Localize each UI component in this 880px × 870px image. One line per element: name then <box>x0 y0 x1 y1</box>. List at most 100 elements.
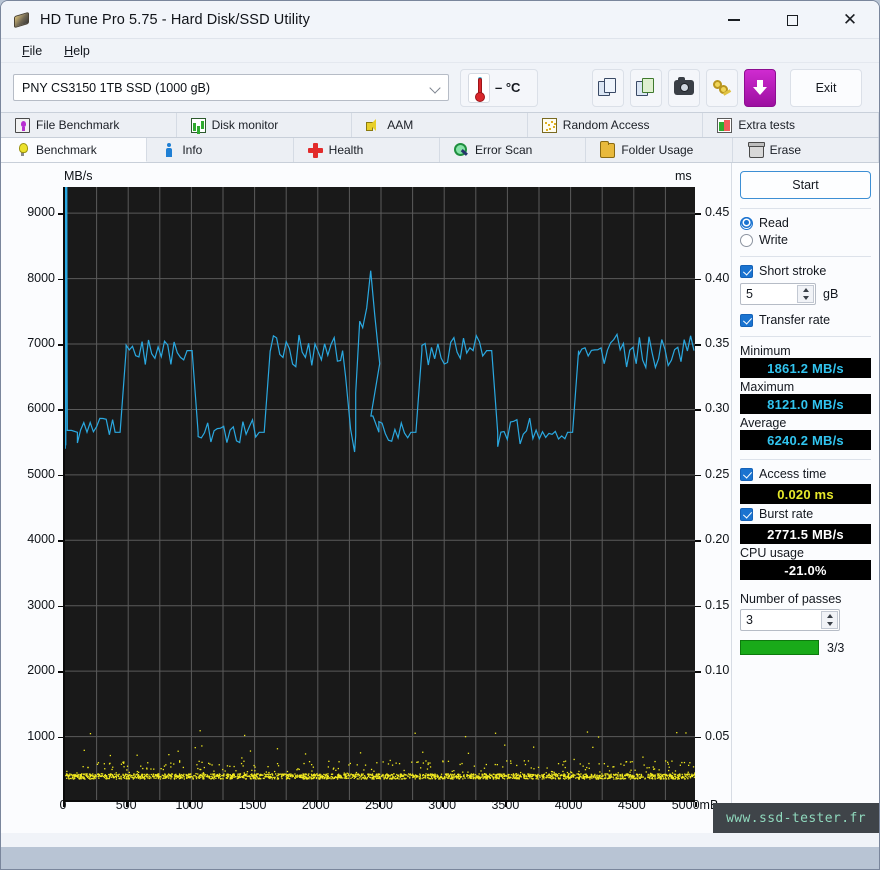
menu-help[interactable]: Help <box>53 42 101 60</box>
y2-axis-tick: 0.05 <box>705 728 730 743</box>
short-stroke-stepper[interactable]: 5 <box>740 283 816 305</box>
download-button[interactable] <box>744 68 776 107</box>
checkbox-access-time[interactable]: Access time <box>740 467 871 481</box>
checkbox-icon <box>740 313 753 327</box>
folder-icon <box>600 140 616 158</box>
thermometer-icon <box>468 72 490 103</box>
camera-icon <box>674 77 694 95</box>
short-stroke-unit: gB <box>823 287 839 301</box>
minimum-value: 1861.2 MB/s <box>740 358 871 378</box>
tab-label: Folder Usage <box>621 143 694 157</box>
x-axis-tickmark <box>442 802 444 807</box>
tab-label: Error Scan <box>474 143 533 157</box>
stepper-up-icon[interactable] <box>798 286 813 294</box>
progress-row: 3/3 <box>740 640 871 655</box>
extra-tests-icon <box>717 117 733 133</box>
tab-benchmark[interactable]: Benchmark <box>1 138 148 162</box>
trash-icon <box>747 141 765 158</box>
y-axis-tick: 8000 <box>27 270 55 285</box>
radio-write[interactable]: Write <box>740 233 871 247</box>
window-controls: ✕ <box>705 1 879 39</box>
y2-axis-tickmark <box>695 474 701 477</box>
maximum-label: Maximum <box>740 380 795 394</box>
tab-disk-monitor[interactable]: Disk monitor <box>176 113 353 137</box>
drive-select-value: PNY CS3150 1TB SSD (1000 gB) <box>22 80 211 95</box>
tab-label: File Benchmark <box>36 118 120 132</box>
average-label: Average <box>740 416 787 430</box>
tab-aam[interactable]: AAM <box>352 113 528 137</box>
x-axis-tickmark <box>379 802 381 807</box>
y2-axis-tickmark <box>695 605 701 608</box>
temperature-value: – °C <box>495 80 521 95</box>
chevron-down-icon <box>429 82 441 94</box>
y2-axis-tickmark <box>695 671 701 673</box>
x-axis-tickmark <box>189 802 191 807</box>
stepper-buttons[interactable] <box>797 285 814 303</box>
passes-stepper[interactable]: 3 <box>740 609 840 631</box>
tab-random-access[interactable]: Random Access <box>527 113 704 137</box>
bulb-icon <box>15 142 30 157</box>
stepper-buttons[interactable] <box>821 611 838 629</box>
burst-rate-value: 2771.5 MB/s <box>740 524 871 544</box>
tab-row-lower: Benchmark Info Health Error Scan Folder … <box>1 138 879 163</box>
exit-button[interactable]: Exit <box>790 68 862 107</box>
tab-extra-tests[interactable]: Extra tests <box>703 113 879 137</box>
menu-bar: File Help <box>1 39 879 63</box>
menu-file[interactable]: File <box>11 42 53 60</box>
y-axis-tick: 9000 <box>27 205 55 220</box>
short-stroke-value: 5 <box>746 287 753 301</box>
x-axis-tickmark <box>126 802 128 807</box>
y2-axis-tick: 0.10 <box>705 663 730 678</box>
disk-monitor-icon <box>190 117 206 133</box>
tab-folder-usage[interactable]: Folder Usage <box>586 138 733 162</box>
y-axis-tick: 4000 <box>27 532 55 547</box>
x-axis-tickmark <box>568 802 571 807</box>
file-benchmark-icon <box>15 117 30 133</box>
stepper-down-icon[interactable] <box>798 294 813 302</box>
info-icon <box>161 142 176 158</box>
x-axis-tickmark <box>252 802 255 807</box>
tab-health[interactable]: Health <box>293 138 440 162</box>
stepper-up-icon[interactable] <box>822 612 837 620</box>
drive-select[interactable]: PNY CS3150 1TB SSD (1000 gB) <box>13 74 449 101</box>
y2-axis-tickmark <box>695 213 701 215</box>
divider <box>740 336 871 337</box>
x-axis-tickmark <box>695 802 697 807</box>
control-panel: Start Read Write Short stroke 5 gB Trans… <box>731 163 879 833</box>
registration-button[interactable] <box>706 68 738 107</box>
passes-label: Number of passes <box>740 592 842 606</box>
progress-text: 3/3 <box>827 640 845 655</box>
stepper-down-icon[interactable] <box>822 620 837 628</box>
divider <box>740 459 871 460</box>
start-button[interactable]: Start <box>740 171 871 199</box>
y-axis-tick: 6000 <box>27 401 55 416</box>
exit-button-label: Exit <box>815 80 837 95</box>
y2-axis-tick: 0.20 <box>705 532 730 547</box>
copy-green-button[interactable] <box>630 68 662 107</box>
y2-axis-tickmark <box>695 278 701 281</box>
screenshot-button[interactable] <box>668 68 700 107</box>
maximize-button[interactable] <box>763 1 821 39</box>
radio-write-icon <box>740 233 753 247</box>
close-button[interactable]: ✕ <box>821 1 879 39</box>
tab-label: Erase <box>769 143 801 157</box>
y-axis-tick: 3000 <box>27 597 55 612</box>
checkbox-transfer-rate[interactable]: Transfer rate <box>740 313 871 327</box>
checkbox-burst-rate[interactable]: Burst rate <box>740 507 871 521</box>
checkbox-icon <box>740 467 753 481</box>
y2-axis-tick: 0.35 <box>705 336 730 351</box>
checkbox-icon <box>740 264 753 278</box>
app-window: HD Tune Pro 5.75 - Hard Disk/SSD Utility… <box>0 0 880 870</box>
tab-error-scan[interactable]: Error Scan <box>439 138 587 162</box>
checkbox-short-stroke[interactable]: Short stroke <box>740 264 871 278</box>
tab-file-benchmark[interactable]: File Benchmark <box>1 113 177 137</box>
minimize-button[interactable] <box>705 1 763 39</box>
tab-label: Info <box>182 143 203 157</box>
copy-button[interactable] <box>592 68 624 107</box>
tab-erase[interactable]: Erase <box>732 138 879 162</box>
copy-green-icon <box>636 77 656 98</box>
radio-read[interactable]: Read <box>740 216 871 230</box>
access-time-label: Access time <box>759 467 827 481</box>
y2-axis-tick: 0.15 <box>705 597 730 612</box>
tab-info[interactable]: Info <box>147 138 294 162</box>
